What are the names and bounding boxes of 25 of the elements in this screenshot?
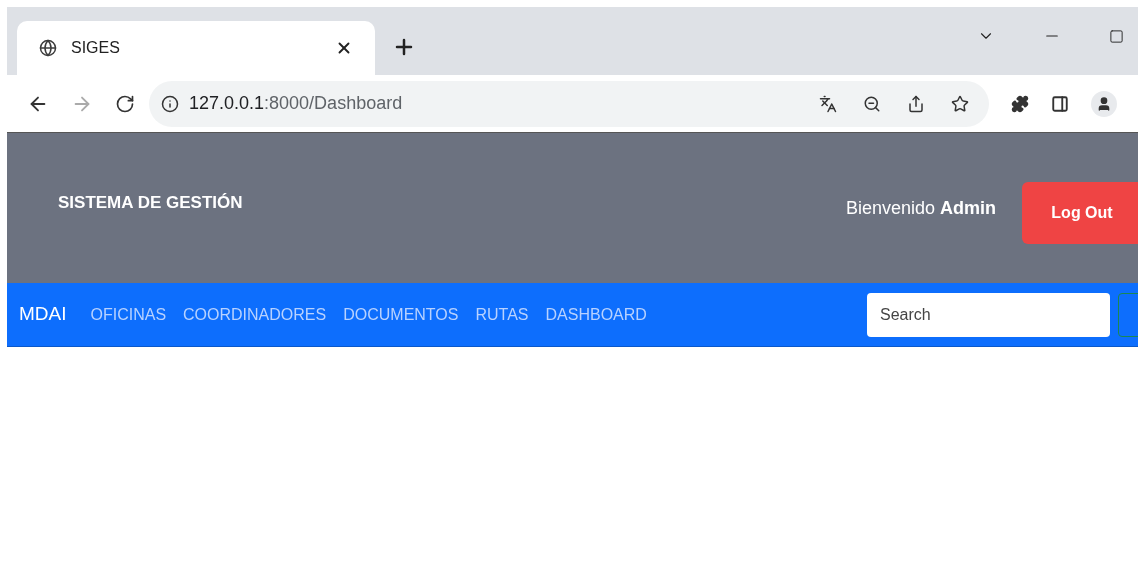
site-title: SISTEMA DE GESTIÓN — [58, 192, 244, 215]
brand-link[interactable]: MDAI — [19, 300, 67, 329]
maximize-icon[interactable] — [1109, 28, 1124, 44]
nav-link[interactable]: DOCUMENTOS — [343, 302, 459, 327]
browser-tab[interactable]: SIGES — [17, 21, 375, 75]
welcome-text: Bienvenido Admin — [845, 196, 996, 220]
translate-icon[interactable] — [819, 94, 837, 113]
nav-link[interactable]: OFICINAS — [90, 302, 167, 327]
zoom-out-icon[interactable] — [863, 94, 881, 113]
search-field[interactable]: Search — [867, 292, 1110, 337]
url-text: 127.0.0.1:8000/Dashboard — [189, 92, 404, 115]
address-bar[interactable]: 127.0.0.1:8000/Dashboard — [149, 80, 989, 127]
side-panel-icon[interactable] — [1051, 94, 1069, 113]
nav-link[interactable]: DASHBOARD — [545, 302, 647, 327]
nav-link[interactable]: RUTAS — [475, 302, 529, 327]
share-icon[interactable] — [907, 94, 925, 113]
info-icon — [161, 94, 179, 113]
reload-icon[interactable] — [115, 93, 135, 114]
tab-title: SIGES — [71, 38, 121, 58]
globe-icon — [39, 39, 57, 57]
profile-icon[interactable] — [1091, 90, 1117, 117]
logout-button[interactable]: Log Out — [1022, 182, 1138, 244]
star-icon[interactable] — [951, 94, 969, 113]
extensions-icon[interactable] — [1011, 94, 1029, 113]
nav-link[interactable]: COORDINADORES — [183, 302, 327, 327]
